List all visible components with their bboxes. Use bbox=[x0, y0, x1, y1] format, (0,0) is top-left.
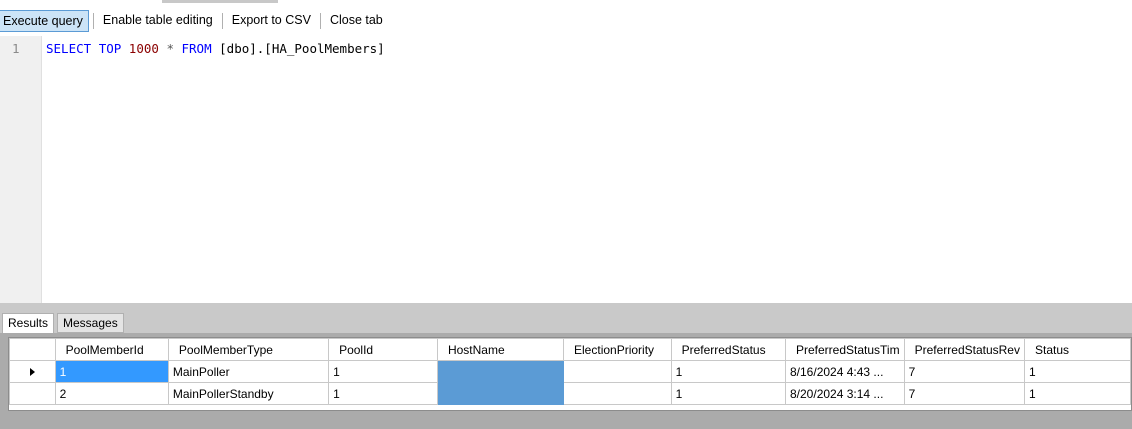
column-header[interactable]: PoolMemberId bbox=[54, 338, 169, 361]
sql-editor[interactable]: 1 SELECT TOP 1000 * FROM [dbo].[HA_PoolM… bbox=[0, 36, 1132, 303]
table-cell[interactable]: 1 bbox=[54, 360, 169, 383]
table-cell[interactable]: 1 bbox=[328, 382, 438, 405]
table-cell[interactable]: 8/20/2024 3:14 ... bbox=[785, 382, 905, 405]
row-selector[interactable] bbox=[9, 360, 56, 383]
current-row-arrow-icon bbox=[29, 367, 35, 376]
column-header[interactable]: Status bbox=[1023, 338, 1132, 361]
column-header[interactable]: PreferredStatusTim bbox=[785, 338, 905, 361]
results-grid-area: PoolMemberId PoolMemberType PoolId HostN… bbox=[0, 333, 1132, 429]
query-toolbar: Execute query Enable table editing Expor… bbox=[0, 8, 1132, 34]
execute-query-button[interactable]: Execute query bbox=[0, 10, 89, 32]
document-tab-indicator bbox=[162, 0, 278, 3]
redacted-hostname-cell[interactable] bbox=[436, 382, 565, 405]
table-cell[interactable]: 1 bbox=[1023, 382, 1132, 405]
enable-table-editing-button[interactable]: Enable table editing bbox=[98, 10, 218, 32]
row-selector[interactable] bbox=[9, 382, 56, 405]
column-header[interactable]: HostName bbox=[436, 338, 565, 361]
query-text[interactable]: SELECT TOP 1000 * FROM [dbo].[HA_PoolMem… bbox=[46, 41, 385, 56]
table-cell[interactable]: MainPoller bbox=[167, 360, 330, 383]
table-cell[interactable]: MainPollerStandby bbox=[167, 382, 330, 405]
column-header[interactable]: PreferredStatus bbox=[670, 338, 787, 361]
table-name: [dbo].[HA_PoolMembers] bbox=[219, 41, 385, 56]
line-number: 1 bbox=[12, 41, 20, 56]
table-row[interactable]: 2 MainPollerStandby 1 1 8/20/2024 3:14 .… bbox=[9, 382, 1132, 405]
column-header[interactable]: PreferredStatusRev bbox=[903, 338, 1025, 361]
table-row[interactable]: 1 MainPoller 1 1 8/16/2024 4:43 ... 7 1 bbox=[9, 360, 1132, 383]
table-cell[interactable] bbox=[563, 382, 672, 405]
table-cell[interactable]: 7 bbox=[903, 360, 1025, 383]
redacted-hostname-cell[interactable] bbox=[436, 360, 565, 383]
table-cell[interactable] bbox=[563, 360, 672, 383]
column-header[interactable]: PoolMemberType bbox=[167, 338, 330, 361]
table-cell[interactable]: 8/16/2024 4:43 ... bbox=[785, 360, 905, 383]
results-tab-bar: Results Messages bbox=[0, 311, 1132, 334]
toolbar-separator bbox=[319, 13, 321, 29]
table-cell[interactable]: 1 bbox=[328, 360, 438, 383]
table-cell[interactable]: 1 bbox=[670, 382, 787, 405]
toolbar-separator bbox=[92, 13, 94, 29]
select-all-star: * bbox=[166, 41, 174, 56]
line-number-gutter: 1 bbox=[0, 36, 42, 303]
tab-results[interactable]: Results bbox=[2, 313, 55, 334]
results-grid[interactable]: PoolMemberId PoolMemberType PoolId HostN… bbox=[8, 337, 1132, 411]
export-csv-button[interactable]: Export to CSV bbox=[227, 10, 316, 32]
table-cell[interactable]: 7 bbox=[903, 382, 1025, 405]
tab-messages[interactable]: Messages bbox=[57, 313, 124, 333]
close-tab-button[interactable]: Close tab bbox=[325, 10, 388, 32]
row-header-corner[interactable] bbox=[9, 338, 56, 361]
top-limit-value: 1000 bbox=[128, 41, 159, 56]
column-header[interactable]: ElectionPriority bbox=[563, 338, 672, 361]
table-cell[interactable]: 1 bbox=[670, 360, 787, 383]
keyword-from: FROM bbox=[181, 41, 212, 56]
results-table: PoolMemberId PoolMemberType PoolId HostN… bbox=[9, 338, 1132, 405]
keyword-select: SELECT bbox=[46, 41, 92, 56]
table-cell[interactable]: 1 bbox=[1023, 360, 1132, 383]
table-cell[interactable]: 2 bbox=[54, 382, 169, 405]
toolbar-separator bbox=[221, 13, 223, 29]
column-header[interactable]: PoolId bbox=[328, 338, 438, 361]
keyword-top: TOP bbox=[98, 41, 122, 56]
header-row: PoolMemberId PoolMemberType PoolId HostN… bbox=[9, 338, 1132, 361]
editor-results-splitter[interactable] bbox=[0, 303, 1132, 311]
top-strip bbox=[0, 0, 1132, 8]
